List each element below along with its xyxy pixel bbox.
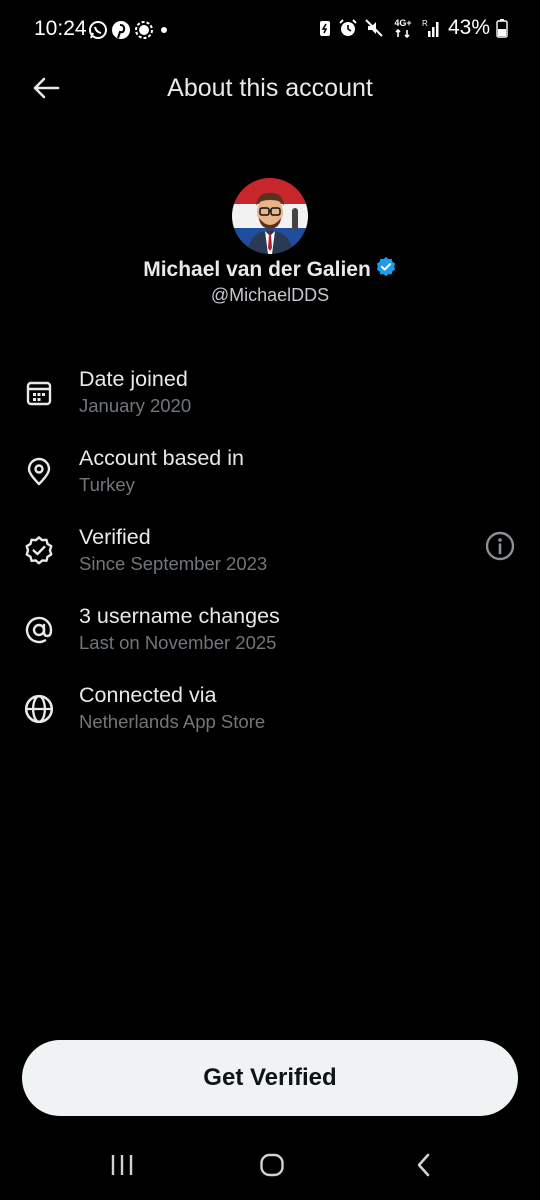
status-right-icons: 4G+ R 43% xyxy=(318,16,508,40)
verified-checkmark-icon xyxy=(375,256,397,283)
status-bar: 10:24 4G+ R 43% xyxy=(0,0,540,60)
page-title: About this account xyxy=(167,74,373,102)
profile-handle: @MichaelDDS xyxy=(210,285,330,305)
network-icon: 4G+ xyxy=(390,17,416,39)
profile-name-row: Michael van der Galien xyxy=(0,256,540,283)
info-circle-icon xyxy=(484,530,516,567)
dot-icon xyxy=(157,20,171,40)
battery-percentage: 43% xyxy=(447,16,490,39)
avatar[interactable] xyxy=(232,178,308,254)
info-row-connected-via: Connected via Netherlands App Store xyxy=(0,678,540,757)
alarm-icon xyxy=(338,18,358,38)
info-row-username-changes: 3 username changes Last on November 2025 xyxy=(0,599,540,678)
info-row-verified: Verified Since September 2023 xyxy=(0,520,540,599)
verified-badge-icon xyxy=(22,534,56,568)
globe-icon xyxy=(22,692,56,726)
svg-text:R: R xyxy=(422,19,428,28)
info-subtitle: Last on November 2025 xyxy=(79,632,277,653)
system-nav-bar xyxy=(0,1130,540,1200)
svg-text:4G+: 4G+ xyxy=(394,18,411,28)
header: About this account xyxy=(0,60,540,120)
info-list: Date joined January 2020 Account based i… xyxy=(0,362,540,757)
info-row-date-joined: Date joined January 2020 xyxy=(0,362,540,441)
calendar-icon xyxy=(22,376,56,410)
info-row-account-based-in: Account based in Turkey xyxy=(0,441,540,520)
info-subtitle: Turkey xyxy=(79,474,135,495)
at-sign-icon xyxy=(22,613,56,647)
info-title: Verified xyxy=(79,525,151,549)
verified-info-button[interactable] xyxy=(484,530,516,567)
info-title: Account based in xyxy=(79,446,244,470)
signal-bars-icon: R xyxy=(422,18,442,38)
whatsapp-icon xyxy=(88,20,108,40)
profile-name: Michael van der Galien xyxy=(143,257,371,281)
recent-apps-button[interactable] xyxy=(102,1150,142,1184)
info-subtitle: Since September 2023 xyxy=(79,553,268,574)
nav-back-button[interactable] xyxy=(404,1150,444,1184)
battery-saver-icon xyxy=(318,18,332,38)
signal-icon xyxy=(134,20,154,40)
home-icon xyxy=(259,1152,285,1183)
location-pin-icon xyxy=(22,455,56,489)
mute-icon xyxy=(364,18,384,38)
info-title: Connected via xyxy=(79,683,217,707)
status-time: 10:24 xyxy=(34,17,87,40)
info-subtitle: January 2020 xyxy=(79,395,192,416)
info-subtitle: Netherlands App Store xyxy=(79,711,266,732)
status-left-icons xyxy=(88,20,171,40)
back-icon xyxy=(414,1152,434,1183)
get-verified-button[interactable]: Get Verified xyxy=(22,1040,518,1116)
recent-apps-icon xyxy=(109,1153,135,1182)
info-title: 3 username changes xyxy=(79,604,280,628)
home-button[interactable] xyxy=(252,1150,292,1184)
pinterest-icon xyxy=(111,20,131,40)
info-title: Date joined xyxy=(79,367,188,391)
battery-icon xyxy=(496,18,508,38)
